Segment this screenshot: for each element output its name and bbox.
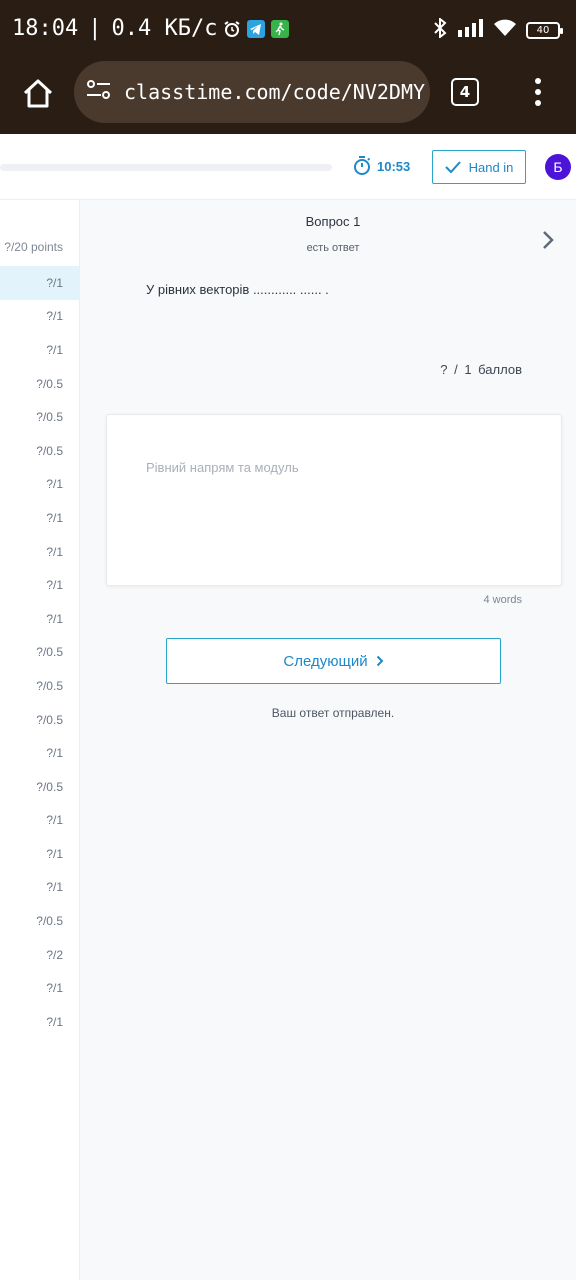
status-bar: 18:04 | 0.4 КБ/с 40 — [0, 0, 576, 58]
question-item[interactable]: ?/0.5 — [0, 669, 79, 703]
question-item[interactable]: ?/1 — [0, 266, 79, 300]
progress-bar — [0, 164, 332, 171]
question-item[interactable]: ?/1 — [0, 871, 79, 905]
answer-sent-message: Ваш ответ отправлен. — [271, 706, 395, 720]
chevron-right-icon — [376, 655, 384, 667]
question-item[interactable]: ?/0.5 — [0, 400, 79, 434]
url-text[interactable]: classtime.com/code/NV2DMY — [124, 80, 425, 104]
bluetooth-icon — [432, 16, 448, 43]
timer: 10:53 — [353, 156, 410, 176]
hand-in-label: Hand in — [468, 159, 514, 175]
chevron-right-icon — [543, 231, 554, 249]
site-settings-icon[interactable] — [86, 78, 112, 107]
question-item[interactable]: ?/1 — [0, 602, 79, 636]
answer-text: Рівний напрям та модуль — [146, 460, 299, 475]
next-button-label: Следующий — [283, 652, 368, 670]
clock: 18:04 — [12, 16, 79, 41]
app-header: 10:53 Hand in Б — [0, 134, 576, 200]
question-item[interactable]: ?/1 — [0, 468, 79, 502]
question-item[interactable]: ?/0.5 — [0, 367, 79, 401]
total-points: ?/20 points — [4, 240, 63, 254]
question-item[interactable]: ?/0.5 — [0, 434, 79, 468]
home-icon — [23, 79, 53, 108]
question-text: У рівних векторів ............ ...... . — [146, 282, 329, 297]
question-item[interactable]: ?/0.5 — [0, 703, 79, 737]
battery-icon: 40 — [526, 22, 563, 39]
alarm-icon — [223, 20, 241, 38]
check-icon — [444, 161, 461, 173]
question-item[interactable]: ?/1 — [0, 736, 79, 770]
question-list: ?/1 ?/1 ?/1 ?/0.5 ?/0.5 ?/0.5 ?/1 ?/1 ?/… — [0, 266, 79, 1039]
question-item[interactable]: ?/1 — [0, 568, 79, 602]
status-right: 40 — [432, 16, 563, 43]
network-speed: 0.4 КБ/с — [111, 16, 218, 41]
home-button[interactable] — [18, 74, 58, 114]
tabs-button[interactable]: 4 — [451, 78, 479, 106]
stopwatch-icon — [354, 156, 371, 175]
menu-button[interactable] — [528, 76, 548, 110]
question-sidebar: ?/20 points ?/1 ?/1 ?/1 ?/0.5 ?/0.5 ?/0.… — [0, 200, 80, 1280]
question-score: ? / 1 баллов — [440, 362, 522, 377]
question-status: есть ответ — [306, 242, 360, 254]
question-item[interactable]: ?/1 — [0, 501, 79, 535]
next-button[interactable]: Следующий — [166, 638, 501, 684]
question-item[interactable]: ?/1 — [0, 333, 79, 367]
question-item[interactable]: ?/2 — [0, 938, 79, 972]
next-question-arrow[interactable] — [538, 228, 558, 252]
address-bar[interactable]: classtime.com/code/NV2DMY — [74, 61, 430, 123]
question-title: Вопрос 1 — [305, 214, 361, 229]
browser-toolbar: classtime.com/code/NV2DMY 4 — [0, 58, 576, 134]
question-item[interactable]: ?/1 — [0, 300, 79, 334]
answer-field[interactable]: Рівний напрям та модуль — [106, 414, 562, 586]
signal-icon — [458, 19, 484, 42]
walking-app-icon — [271, 19, 290, 38]
question-item[interactable]: ?/0.5 — [0, 904, 79, 938]
word-count: 4 words — [483, 594, 522, 606]
status-separator: | — [88, 16, 102, 41]
question-item[interactable]: ?/1 — [0, 971, 79, 1005]
timer-value: 10:53 — [377, 158, 411, 174]
question-item[interactable]: ?/1 — [0, 837, 79, 871]
question-item[interactable]: ?/1 — [0, 535, 79, 569]
question-item[interactable]: ?/1 — [0, 804, 79, 838]
more-vertical-icon — [535, 78, 541, 106]
wifi-icon — [494, 19, 516, 42]
question-panel: Вопрос 1 есть ответ У рівних векторів ..… — [80, 200, 576, 1280]
question-item[interactable]: ?/0.5 — [0, 770, 79, 804]
hand-in-button[interactable]: Hand in — [432, 150, 526, 184]
status-left: 18:04 | 0.4 КБ/с — [12, 16, 290, 41]
avatar[interactable]: Б — [545, 154, 571, 180]
telegram-icon — [247, 19, 266, 38]
question-item[interactable]: ?/1 — [0, 1005, 79, 1039]
question-item[interactable]: ?/0.5 — [0, 636, 79, 670]
